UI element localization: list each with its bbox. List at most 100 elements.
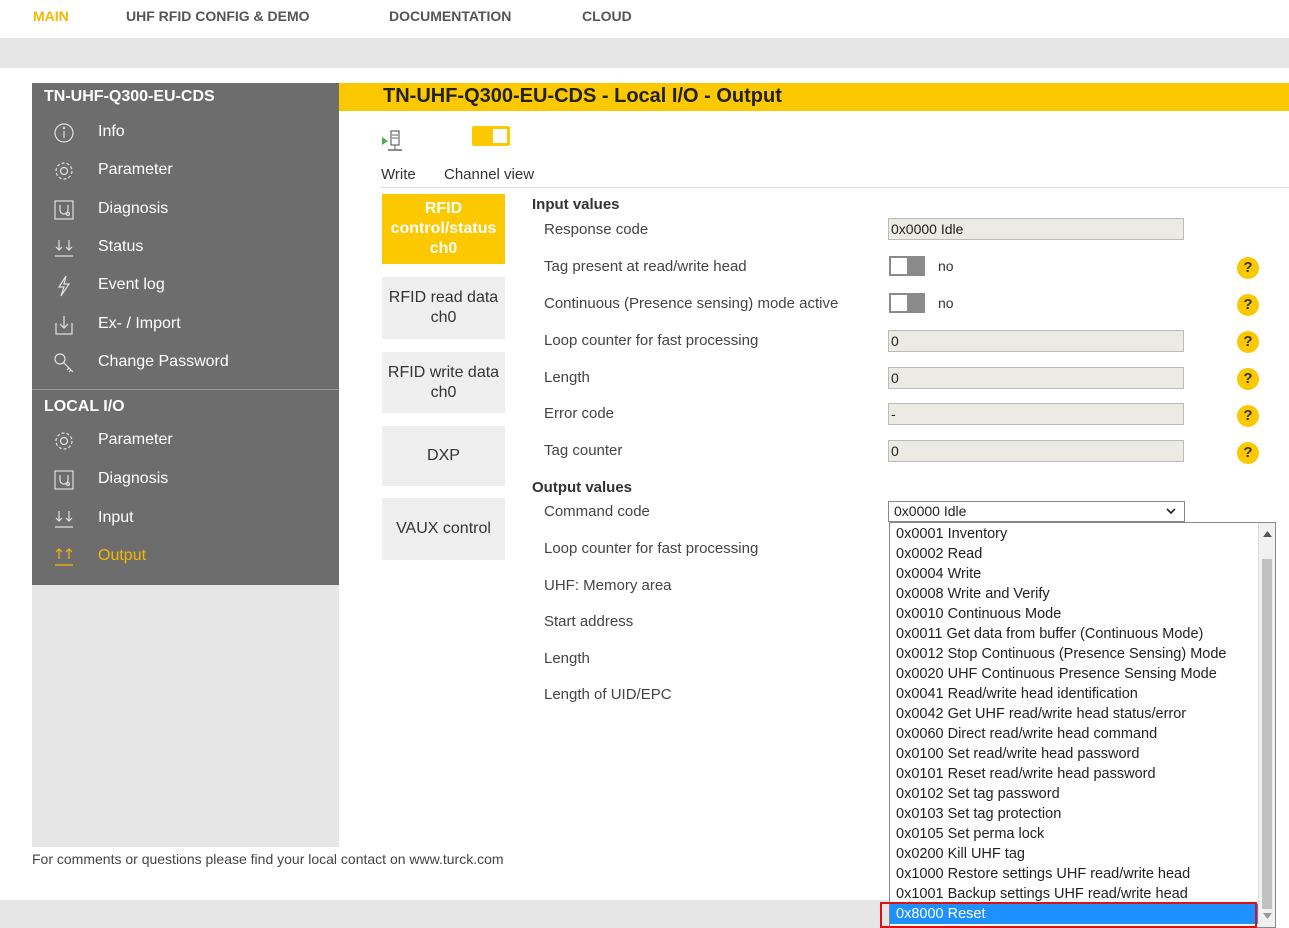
dropdown-option[interactable]: 0x0002 Read (890, 544, 1258, 564)
sidebar-item-status[interactable]: Status (32, 232, 339, 266)
toggle-knob (493, 129, 507, 143)
nav-documentation[interactable]: DOCUMENTATION (389, 8, 511, 24)
dropdown-option[interactable]: 0x1000 Restore settings UHF read/write h… (890, 864, 1258, 884)
dropdown-option[interactable]: 0x0105 Set perma lock (890, 824, 1258, 844)
sidebar-device-title: TN-UHF-Q300-EU-CDS (44, 88, 215, 105)
response-code-label: Response code (544, 221, 649, 238)
scrollbar-thumb[interactable] (1262, 559, 1272, 909)
output-length-label: Length (544, 650, 590, 667)
sidebar-item-local-input[interactable]: Input (32, 503, 339, 537)
input-icon (52, 507, 76, 531)
output-values-title: Output values (532, 479, 633, 496)
dropdown-option[interactable]: 0x0012 Stop Continuous (Presence Sensing… (890, 644, 1258, 664)
dropdown-scrollbar[interactable] (1258, 523, 1275, 927)
nav-uhf-rfid-config[interactable]: UHF RFID CONFIG & DEMO (126, 8, 310, 24)
toggle-knob (891, 295, 907, 311)
nav-cloud[interactable]: CLOUD (582, 8, 632, 24)
write-label: Write (381, 166, 416, 183)
sidebar-item-label: Ex- / Import (98, 315, 181, 332)
sidebar-item-label: Diagnosis (98, 200, 169, 217)
dropdown-option[interactable]: 0x0200 Kill UHF tag (890, 844, 1258, 864)
status-icon (52, 236, 76, 260)
dropdown-option[interactable]: 0x0060 Direct read/write head command (890, 724, 1258, 744)
sidebar-item-label: Diagnosis (98, 470, 169, 487)
dropdown-option[interactable]: 0x0008 Write and Verify (890, 584, 1258, 604)
dropdown-option[interactable]: 0x0041 Read/write head identification (890, 684, 1258, 704)
sidebar: TN-UHF-Q300-EU-CDS Info Parameter Diagno… (32, 83, 339, 585)
sidebar-item-label: Output (98, 547, 147, 564)
continuous-mode-value: no (938, 295, 954, 311)
sidebar-filler (32, 585, 339, 847)
sidebar-divider (32, 389, 339, 390)
memory-area-label: UHF: Memory area (544, 577, 672, 594)
sidebar-item-local-output[interactable]: Output (32, 541, 339, 575)
tag-counter-field: 0 (888, 440, 1184, 462)
key-icon (52, 351, 76, 375)
channel-vaux-control[interactable]: VAUX control (382, 498, 505, 560)
channel-rfid-control-status[interactable]: RFID control/status ch0 (382, 194, 505, 264)
sidebar-item-change-password[interactable]: Change Password (32, 347, 339, 381)
channel-rfid-write-data[interactable]: RFID write data ch0 (382, 352, 505, 413)
help-icon[interactable]: ? (1237, 368, 1259, 390)
dropdown-option[interactable]: 0x0100 Set read/write head password (890, 744, 1258, 764)
scroll-down-icon[interactable] (1263, 913, 1272, 919)
write-icon[interactable] (380, 128, 410, 158)
help-icon[interactable]: ? (1237, 294, 1259, 316)
sidebar-item-label: Status (98, 238, 144, 255)
chevron-down-icon (1166, 508, 1176, 515)
sidebar-item-label: Input (98, 509, 134, 526)
channel-rfid-read-data[interactable]: RFID read data ch0 (382, 277, 505, 339)
sidebar-item-event-log[interactable]: Event log (32, 270, 339, 304)
dropdown-option[interactable]: 0x0011 Get data from buffer (Continuous … (890, 624, 1258, 644)
tag-counter-label: Tag counter (544, 442, 623, 459)
continuous-mode-toggle (889, 293, 925, 313)
sidebar-item-info[interactable]: Info (32, 117, 339, 151)
sidebar-item-local-parameter[interactable]: Parameter (32, 425, 339, 459)
dropdown-option[interactable]: 0x0101 Reset read/write head password (890, 764, 1258, 784)
toggle-knob (891, 258, 907, 274)
dropdown-option[interactable]: 0x1001 Backup settings UHF read/write he… (890, 884, 1258, 904)
command-code-select[interactable]: 0x0000 Idle (888, 501, 1185, 522)
page-title: TN-UHF-Q300-EU-CDS - Local I/O - Output (383, 85, 782, 107)
footer-text: For comments or questions please find yo… (32, 851, 504, 867)
sidebar-item-import[interactable]: Ex- / Import (32, 309, 339, 343)
sidebar-item-local-diagnosis[interactable]: Diagnosis (32, 464, 339, 498)
dropdown-option[interactable]: 0x0102 Set tag password (890, 784, 1258, 804)
help-icon[interactable]: ? (1237, 442, 1259, 464)
length-field: 0 (888, 367, 1184, 389)
lightning-icon (52, 274, 76, 298)
help-icon[interactable]: ? (1237, 405, 1259, 427)
dropdown-option[interactable]: 0x0004 Write (890, 564, 1258, 584)
continuous-mode-label: Continuous (Presence sensing) mode activ… (544, 295, 839, 312)
diagnosis-icon (52, 468, 76, 492)
sidebar-item-diagnosis[interactable]: Diagnosis (32, 194, 339, 228)
help-icon[interactable]: ? (1237, 331, 1259, 353)
sidebar-item-label: Parameter (98, 161, 173, 178)
gear-icon (52, 429, 76, 453)
dropdown-option-selected[interactable]: 0x8000 Reset (890, 904, 1258, 924)
import-icon (52, 313, 76, 337)
help-icon[interactable]: ? (1237, 257, 1259, 279)
tag-present-label: Tag present at read/write head (544, 258, 747, 275)
tag-present-toggle (889, 256, 925, 276)
dropdown-option[interactable]: 0x0042 Get UHF read/write head status/er… (890, 704, 1258, 724)
nav-main[interactable]: MAIN (33, 8, 69, 24)
dropdown-option[interactable]: 0x0001 Inventory (890, 524, 1258, 544)
info-icon (52, 121, 76, 145)
sidebar-local-io-title: LOCAL I/O (44, 398, 125, 415)
dropdown-option[interactable]: 0x0020 UHF Continuous Presence Sensing M… (890, 664, 1258, 684)
sidebar-item-parameter[interactable]: Parameter (32, 155, 339, 189)
error-code-field: - (888, 403, 1184, 425)
toolbar-divider (380, 187, 1289, 188)
page-header: TN-UHF-Q300-EU-CDS - Local I/O - Output (339, 83, 1289, 111)
channel-view-toggle[interactable] (472, 126, 510, 146)
sidebar-item-label: Info (98, 123, 125, 140)
tag-present-value: no (938, 258, 954, 274)
scroll-up-icon[interactable] (1263, 531, 1272, 537)
channel-dxp[interactable]: DXP (382, 426, 505, 486)
dropdown-option[interactable]: 0x0010 Continuous Mode (890, 604, 1258, 624)
command-code-value: 0x0000 Idle (894, 503, 967, 519)
dropdown-option[interactable]: 0x0103 Set tag protection (890, 804, 1258, 824)
input-values-title: Input values (532, 196, 620, 213)
loop-counter-field: 0 (888, 330, 1184, 352)
